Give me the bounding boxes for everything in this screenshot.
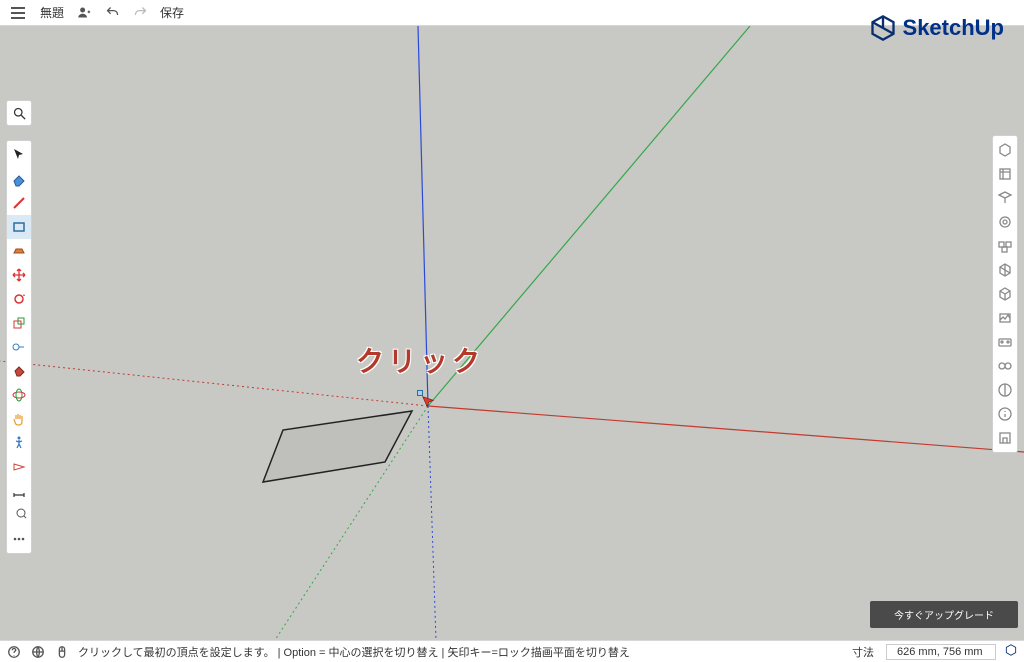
fog-panel[interactable] bbox=[993, 378, 1017, 402]
section-tool[interactable] bbox=[7, 455, 31, 479]
tape-measure-tool[interactable] bbox=[7, 335, 31, 359]
text-tool[interactable] bbox=[7, 503, 31, 527]
select-tool[interactable] bbox=[7, 143, 31, 167]
status-bar: クリックして最初の頂点を設定します。 | Option = 中心の選択を切り替え… bbox=[0, 640, 1024, 662]
move-tool[interactable] bbox=[7, 263, 31, 287]
axes-canvas bbox=[0, 26, 1024, 640]
warehouse-panel[interactable] bbox=[993, 426, 1017, 450]
eraser-tool[interactable] bbox=[7, 167, 31, 191]
line-tool[interactable] bbox=[7, 191, 31, 215]
dimension-tool[interactable] bbox=[7, 479, 31, 503]
sketchup-mini-logo-icon bbox=[1004, 643, 1018, 660]
walk-tool[interactable] bbox=[7, 431, 31, 455]
scale-tool[interactable] bbox=[7, 311, 31, 335]
paint-bucket-tool[interactable] bbox=[7, 359, 31, 383]
components-panel[interactable] bbox=[993, 210, 1017, 234]
materials-panel[interactable] bbox=[993, 234, 1017, 258]
display-panel[interactable] bbox=[993, 354, 1017, 378]
document-title[interactable]: 無題 bbox=[40, 4, 64, 21]
rectangle-tool[interactable] bbox=[7, 215, 31, 239]
shadows-panel[interactable] bbox=[993, 330, 1017, 354]
more-tools[interactable] bbox=[7, 527, 31, 551]
help-icon[interactable] bbox=[6, 644, 22, 660]
entity-info-panel[interactable] bbox=[993, 138, 1017, 162]
dimensions-label: 寸法 bbox=[852, 644, 874, 660]
hamburger-menu-icon[interactable] bbox=[8, 4, 28, 22]
model-info-panel[interactable] bbox=[993, 402, 1017, 426]
model-viewport[interactable] bbox=[0, 26, 1024, 640]
tags-panel[interactable] bbox=[993, 282, 1017, 306]
right-panel-palette bbox=[992, 135, 1018, 453]
status-hint-text: クリックして最初の頂点を設定します。 | Option = 中心の選択を切り替え… bbox=[78, 644, 630, 660]
rectangle-tool-cursor-icon bbox=[421, 395, 435, 409]
undo-icon[interactable] bbox=[104, 5, 120, 21]
scenes-panel[interactable] bbox=[993, 306, 1017, 330]
drawn-face bbox=[263, 411, 412, 482]
styles-panel[interactable] bbox=[993, 258, 1017, 282]
redo-icon[interactable] bbox=[132, 5, 148, 21]
collaborators-icon[interactable] bbox=[76, 5, 92, 21]
dimensions-value[interactable]: 626 mm, 756 mm bbox=[886, 644, 996, 660]
search-icon bbox=[12, 106, 27, 121]
mouse-hint-icon bbox=[54, 644, 70, 660]
upgrade-button[interactable]: 今すぐアップグレード bbox=[870, 601, 1018, 628]
pushpull-tool[interactable] bbox=[7, 239, 31, 263]
outliner-panel[interactable] bbox=[993, 186, 1017, 210]
save-button[interactable]: 保存 bbox=[160, 4, 184, 21]
instructor-panel[interactable] bbox=[993, 162, 1017, 186]
language-icon[interactable] bbox=[30, 644, 46, 660]
orbit-tool[interactable] bbox=[7, 383, 31, 407]
search-tool-button[interactable] bbox=[6, 100, 32, 126]
left-tool-palette bbox=[6, 140, 32, 554]
pan-tool[interactable] bbox=[7, 407, 31, 431]
rotate-tool[interactable] bbox=[7, 287, 31, 311]
